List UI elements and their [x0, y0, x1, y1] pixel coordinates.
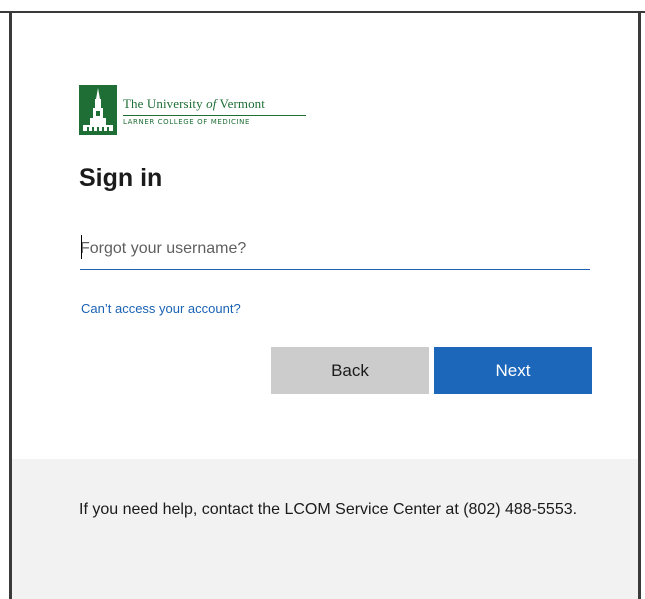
page-title: Sign in: [79, 164, 163, 192]
logo-university-name: The University of Vermont: [123, 96, 306, 112]
logo-college-name: LARNER COLLEGE OF MEDICINE: [123, 118, 251, 126]
window-right-edge: [638, 11, 641, 599]
next-button[interactable]: Next: [434, 347, 592, 394]
uvm-logo: The University of Vermont LARNER COLLEGE…: [79, 85, 306, 138]
vermont-tower-logo-icon: [79, 85, 117, 135]
text-caret: [81, 235, 82, 259]
logo-name-suffix: Vermont: [216, 96, 265, 111]
help-footer: [12, 459, 638, 599]
back-button[interactable]: Back: [271, 347, 429, 394]
username-input[interactable]: [80, 228, 590, 269]
username-field-container: [80, 228, 590, 270]
window-top-edge: [0, 0, 645, 13]
cant-access-account-link[interactable]: Can’t access your account?: [81, 301, 241, 316]
logo-name-of: of: [206, 96, 217, 111]
logo-wordmark: The University of Vermont LARNER COLLEGE…: [123, 85, 306, 138]
logo-name-prefix: The University: [123, 96, 207, 111]
signin-window: The University of Vermont LARNER COLLEGE…: [0, 0, 645, 599]
logo-divider: [123, 115, 306, 116]
help-text: If you need help, contact the LCOM Servi…: [79, 501, 578, 518]
